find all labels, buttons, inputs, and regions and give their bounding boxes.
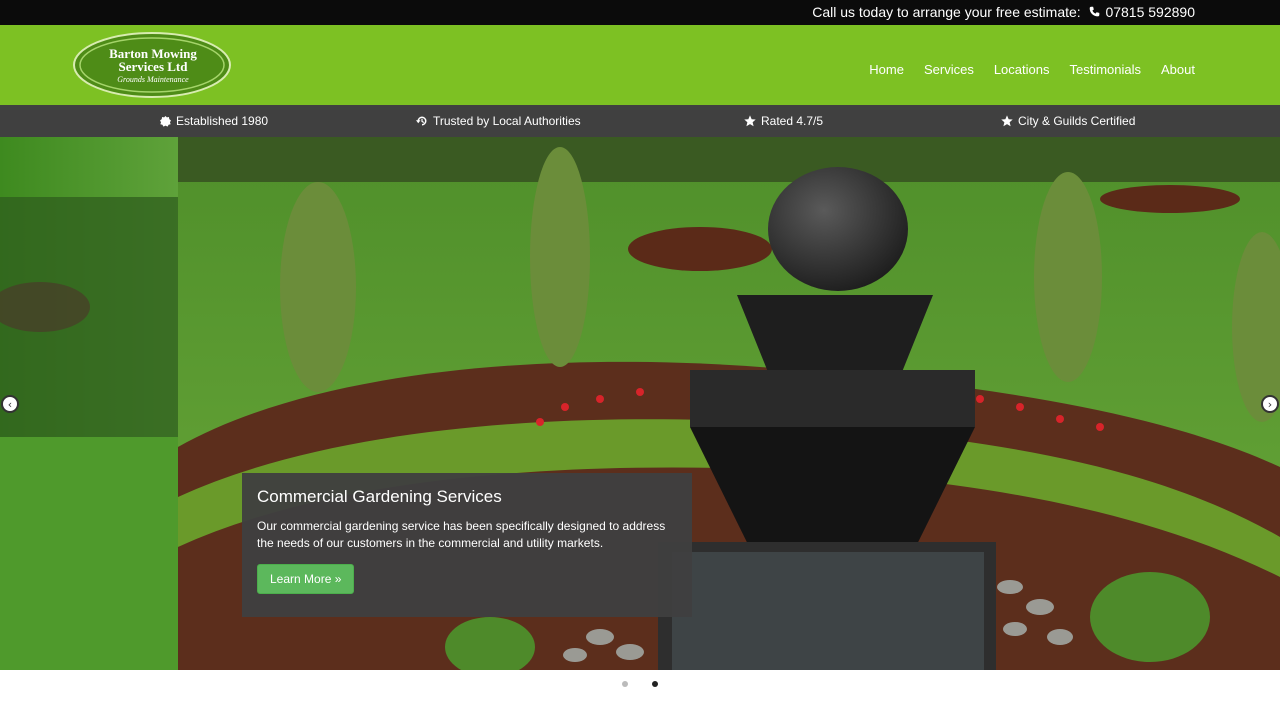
nav-locations[interactable]: Locations <box>994 62 1050 77</box>
nav-services[interactable]: Services <box>924 62 974 77</box>
phone-icon <box>1089 4 1100 20</box>
chevron-right-icon: › <box>1267 397 1273 411</box>
caption-title: Commercial Gardening Services <box>257 487 502 506</box>
nav-testimonials[interactable]: Testimonials <box>1069 62 1141 77</box>
star-icon <box>1001 115 1013 127</box>
feature-label: Trusted by Local Authorities <box>433 114 581 128</box>
slide-caption: Commercial Gardening Services Our commer… <box>242 473 692 617</box>
main-nav: Home Services Locations Testimonials Abo… <box>869 62 1195 77</box>
caption-text: Our commercial gardening service has bee… <box>257 519 666 550</box>
hero-slider: ‹ › Commercial Gardening Services Our co… <box>0 137 1280 670</box>
call-text: Call us today to arrange your free estim… <box>812 4 1081 20</box>
call-info: Call us today to arrange your free estim… <box>812 4 1195 20</box>
feature-label: City & Guilds Certified <box>1018 114 1136 128</box>
phone-number[interactable]: 07815 592890 <box>1105 4 1195 20</box>
svg-text:Grounds Maintenance: Grounds Maintenance <box>117 75 189 84</box>
site-header: Barton Mowing Services Ltd Grounds Maint… <box>0 25 1280 105</box>
nav-about[interactable]: About <box>1161 62 1195 77</box>
slide-indicator-1[interactable] <box>622 681 628 687</box>
slider-prev-button[interactable]: ‹ <box>1 395 19 413</box>
svg-text:Services Ltd: Services Ltd <box>119 59 189 74</box>
learn-more-button[interactable]: Learn More » <box>257 564 355 594</box>
feature-certified: City & Guilds Certified <box>1001 114 1135 128</box>
feature-rated: Rated 4.7/5 <box>744 114 823 128</box>
feature-label: Established 1980 <box>176 114 269 128</box>
chevron-left-icon: ‹ <box>7 397 13 411</box>
slide-indicator-2[interactable] <box>652 681 658 687</box>
slider-next-button[interactable]: › <box>1261 395 1279 413</box>
history-icon <box>416 116 427 126</box>
feature-label: Rated 4.7/5 <box>761 114 824 128</box>
nav-home[interactable]: Home <box>869 62 904 77</box>
site-logo[interactable]: Barton Mowing Services Ltd Grounds Maint… <box>72 31 232 99</box>
feature-trusted: Trusted by Local Authorities <box>416 114 581 128</box>
badge-icon <box>160 115 171 127</box>
slider-indicators <box>0 681 1280 689</box>
star-icon <box>744 115 756 127</box>
top-contact-bar: Call us today to arrange your free estim… <box>0 0 1280 25</box>
feature-established: Established 1980 <box>160 114 268 128</box>
features-bar: Established 1980 Trusted by Local Author… <box>0 105 1280 137</box>
